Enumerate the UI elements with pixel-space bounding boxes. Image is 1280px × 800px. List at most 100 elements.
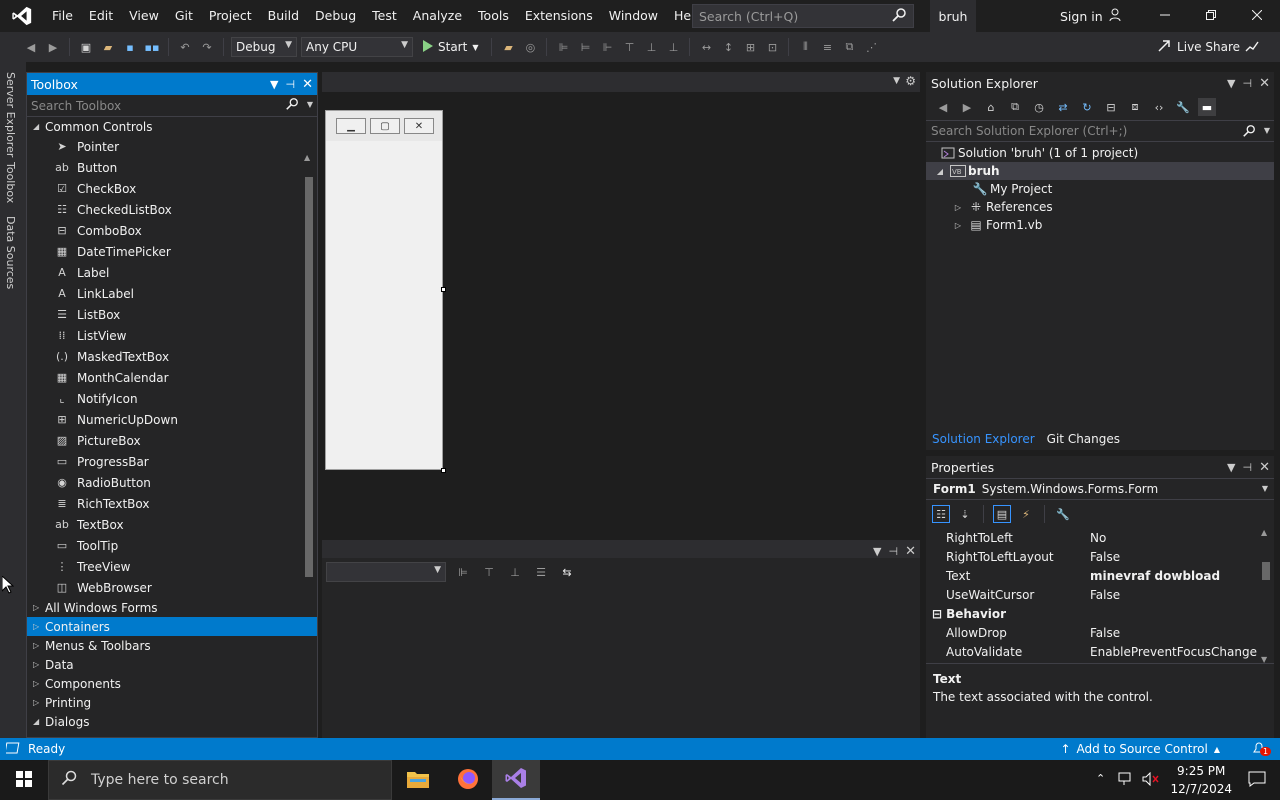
size-to-grid-icon[interactable]: ⊞ [741, 38, 759, 56]
live-share-button[interactable]: Live Share [1157, 32, 1240, 62]
next-message-icon[interactable]: ⊥ [506, 563, 524, 581]
forward-icon[interactable]: ▶ [44, 38, 62, 56]
scroll-up-icon[interactable]: ▲ [304, 153, 310, 162]
toolbox-item-datetimepicker[interactable]: ▦ DateTimePicker [27, 241, 317, 262]
toolbox-tab[interactable]: Toolbox [4, 162, 17, 203]
toolbox-item-treeview[interactable]: ⋮ TreeView [27, 556, 317, 577]
toolbox-item-numericupdown[interactable]: ⊞ NumericUpDown [27, 409, 317, 430]
same-height-icon[interactable]: ↕ [719, 38, 737, 56]
property-value[interactable]: False [1090, 588, 1120, 602]
menu-file[interactable]: File [44, 0, 81, 32]
chevron-down-icon[interactable]: ▼ [307, 100, 313, 109]
tab-order-icon[interactable]: ⋰ [862, 38, 880, 56]
toolbox-item-webbrowser[interactable]: ◫ WebBrowser [27, 577, 317, 598]
align-left-icon[interactable]: ⊫ [554, 38, 572, 56]
scrollbar-thumb[interactable] [1262, 562, 1270, 580]
toolbox-group-menus-toolbars[interactable]: ▷ Menus & Toolbars [27, 636, 317, 655]
sync-icon[interactable]: ⇄ [1054, 98, 1072, 116]
pending-changes-filter-icon[interactable]: ◷ [1030, 98, 1048, 116]
align-right-icon[interactable]: ⊩ [598, 38, 616, 56]
property-row-allowdrop[interactable]: AllowDrop False [926, 623, 1274, 642]
taskbar-firefox[interactable] [444, 760, 492, 800]
toolbox-item-picturebox[interactable]: ▨ PictureBox [27, 430, 317, 451]
server-explorer-tab[interactable]: Server Explorer [4, 72, 17, 157]
align-bottom-icon[interactable]: ⊥ [664, 38, 682, 56]
chevron-down-icon[interactable]: ▼ [1227, 461, 1235, 474]
toolbox-item-notifyicon[interactable]: ⌞ NotifyIcon [27, 388, 317, 409]
find-message-icon[interactable]: ⊫ [454, 563, 472, 581]
form-designer-surface[interactable]: ▁ ▢ ✕ [322, 92, 918, 532]
menu-view[interactable]: View [121, 0, 167, 32]
close-window-button[interactable] [1234, 0, 1280, 32]
chevron-up-icon[interactable]: ⌃ [1096, 772, 1105, 785]
refresh-icon[interactable]: ↻ [1078, 98, 1096, 116]
close-icon[interactable]: ✕ [1259, 460, 1270, 475]
property-row-autovalidate[interactable]: AutoValidate EnablePreventFocusChange [926, 642, 1274, 661]
expand-triangle-icon[interactable]: ▷ [950, 221, 966, 230]
tree-node-references[interactable]: ▷ ⁜ References [926, 198, 1274, 216]
toolbox-group-data[interactable]: ▷ Data [27, 655, 317, 674]
menu-git[interactable]: Git [167, 0, 201, 32]
properties-scrollbar[interactable]: ▲ ▼ [1260, 528, 1272, 663]
toolbox-item-listview[interactable]: ⁞⁞ ListView [27, 325, 317, 346]
menu-edit[interactable]: Edit [81, 0, 121, 32]
property-pages-wrench-icon[interactable]: 🔧 [1054, 505, 1072, 523]
properties-wrench-icon[interactable]: 🔧 [1174, 98, 1192, 116]
tree-node-my-project[interactable]: 🔧 My Project [926, 180, 1274, 198]
toolbox-item-checkedlistbox[interactable]: ☷ CheckedListBox [27, 199, 317, 220]
chevron-down-icon[interactable]: ▼ [270, 78, 278, 91]
resize-handle[interactable] [441, 468, 446, 473]
property-row-righttoleftlayout[interactable]: RightToLeftLayout False [926, 547, 1274, 566]
pin-icon[interactable]: ⊣ [286, 78, 296, 91]
properties-view-icon[interactable]: ▤ [993, 505, 1011, 523]
switch-views-icon[interactable]: ⧉ [1006, 98, 1024, 116]
toolbox-item-button[interactable]: ab Button [27, 157, 317, 178]
close-icon[interactable]: ✕ [905, 544, 916, 559]
scroll-down-icon[interactable]: ▼ [1261, 655, 1267, 663]
toolbox-item-radiobutton[interactable]: ◉ RadioButton [27, 472, 317, 493]
toolbox-group-containers[interactable]: ▷ Containers [27, 617, 317, 636]
toolbox-item-combobox[interactable]: ⊟ ComboBox [27, 220, 317, 241]
close-icon[interactable]: ✕ [302, 77, 313, 92]
solution-configuration-select[interactable]: Debug ▼ [231, 37, 297, 57]
network-icon[interactable] [1118, 772, 1134, 789]
properties-object-select[interactable]: Form1 System.Windows.Forms.Form ▼ [926, 478, 1274, 500]
new-project-icon[interactable]: ▣ [77, 38, 95, 56]
scroll-up-icon[interactable]: ▲ [1261, 528, 1267, 537]
menu-debug[interactable]: Debug [307, 0, 364, 32]
property-row-righttoleft[interactable]: RightToLeft No [926, 528, 1274, 547]
preview-selected-icon[interactable]: ▬ [1198, 98, 1216, 116]
horizontal-spacing-icon[interactable]: ⫴ [796, 38, 814, 56]
sign-in-button[interactable]: Sign in [1060, 0, 1123, 32]
redo-icon[interactable]: ↷ [198, 38, 216, 56]
align-center-icon[interactable]: ⊨ [576, 38, 594, 56]
categorized-icon[interactable]: ☷ [932, 505, 950, 523]
resize-handle[interactable] [441, 287, 446, 292]
lock-controls-icon[interactable]: ⊡ [763, 38, 781, 56]
feedback-icon[interactable] [1244, 39, 1260, 58]
property-category-behavior[interactable]: ⊟ Behavior [926, 604, 1274, 623]
menu-analyze[interactable]: Analyze [405, 0, 470, 32]
forward-icon[interactable]: ▶ [958, 98, 976, 116]
chevron-down-icon[interactable]: ▼ [893, 76, 900, 86]
undo-icon[interactable]: ↶ [176, 38, 194, 56]
target-icon[interactable]: ◎ [521, 38, 539, 56]
menu-test[interactable]: Test [364, 0, 405, 32]
open-folder-icon[interactable]: ▰ [99, 38, 117, 56]
show-all-files-icon[interactable]: ⧈ [1126, 98, 1144, 116]
align-middle-icon[interactable]: ⊥ [642, 38, 660, 56]
property-value[interactable]: minevraf dowbload [1090, 569, 1220, 583]
chevron-down-icon[interactable]: ▼ [873, 545, 881, 558]
gear-icon[interactable]: ⚙ [905, 74, 916, 88]
property-value[interactable]: No [1090, 531, 1106, 545]
tab-solution-explorer[interactable]: Solution Explorer [926, 432, 1041, 446]
toolbox-item-listbox[interactable]: ☰ ListBox [27, 304, 317, 325]
menu-window[interactable]: Window [601, 0, 666, 32]
back-icon[interactable]: ◀ [22, 38, 40, 56]
collapse-all-icon[interactable]: ⊟ [1102, 98, 1120, 116]
home-icon[interactable]: ⌂ [982, 98, 1000, 116]
chevron-down-icon[interactable]: ▼ [1264, 126, 1270, 135]
notifications-button[interactable]: 1 [1252, 741, 1272, 758]
menu-extensions[interactable]: Extensions [517, 0, 601, 32]
start-button[interactable]: Start ▼ [417, 39, 484, 55]
